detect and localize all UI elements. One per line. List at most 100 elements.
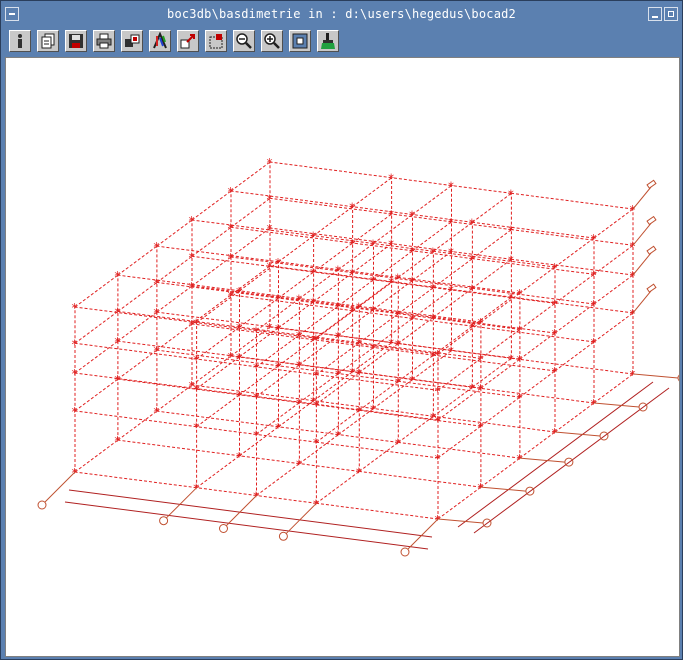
node-marker: * bbox=[552, 327, 558, 341]
node-marker: * bbox=[356, 366, 362, 380]
beam-line-x bbox=[316, 502, 439, 520]
color-palette-button[interactable] bbox=[149, 30, 171, 52]
beam-line-x bbox=[359, 470, 481, 488]
beam-line-y bbox=[519, 370, 556, 398]
node-marker: * bbox=[552, 297, 558, 311]
beam-line-x bbox=[433, 415, 556, 433]
node-marker: * bbox=[516, 353, 522, 367]
axis-leader bbox=[480, 486, 526, 492]
zoom-region-button[interactable] bbox=[205, 30, 227, 52]
node-marker: * bbox=[477, 420, 483, 434]
layers-button[interactable] bbox=[121, 30, 143, 52]
node-marker: * bbox=[72, 367, 78, 381]
beam-line-y bbox=[156, 219, 193, 247]
level-leader bbox=[632, 290, 652, 314]
beam-line-x bbox=[391, 177, 452, 186]
node-marker: * bbox=[313, 398, 319, 412]
node-marker: * bbox=[469, 253, 475, 267]
structure-grid-drawing[interactable]: * * * * * * * * * * * * * * * * * * * * * * * * * * * * * * * * * * * * * * * *… bbox=[6, 58, 679, 656]
beam-line-x bbox=[338, 434, 399, 443]
axis-leader bbox=[166, 487, 197, 519]
beam-line-y bbox=[313, 272, 353, 303]
node-marker: * bbox=[193, 383, 199, 397]
node-marker: * bbox=[516, 323, 522, 337]
node-marker: * bbox=[430, 245, 436, 259]
node-marker: * bbox=[72, 405, 78, 419]
beam-line-x bbox=[412, 280, 473, 289]
beam-line-y bbox=[593, 244, 634, 275]
save-button[interactable] bbox=[65, 30, 87, 52]
node-marker: * bbox=[310, 296, 316, 310]
node-marker: * bbox=[153, 240, 159, 254]
beam-line-y bbox=[554, 402, 595, 433]
node-marker: * bbox=[395, 436, 401, 450]
node-marker: * bbox=[114, 305, 120, 319]
copy-button[interactable] bbox=[37, 30, 59, 52]
axis-leader bbox=[554, 431, 601, 437]
beam-line-y bbox=[472, 192, 512, 223]
axis-leader bbox=[593, 402, 640, 408]
application-window: boc3db\basdimetrie in : d:\users\hegedus… bbox=[0, 0, 683, 660]
zoom-window-icon bbox=[180, 34, 195, 49]
level-marker bbox=[646, 283, 657, 293]
beam-line-x bbox=[256, 495, 317, 504]
beam-line-y bbox=[593, 274, 634, 305]
node-marker: * bbox=[313, 436, 319, 450]
beam-line-y bbox=[156, 384, 193, 412]
clear-brush-button[interactable] bbox=[317, 30, 339, 52]
node-marker: * bbox=[469, 381, 475, 395]
node-marker: * bbox=[508, 291, 514, 305]
node-marker: * bbox=[275, 292, 281, 306]
node-marker: * bbox=[236, 389, 242, 403]
node-marker: * bbox=[236, 450, 242, 464]
minimize-button[interactable] bbox=[648, 7, 662, 21]
node-marker: * bbox=[153, 276, 159, 290]
beam-line-y bbox=[519, 431, 556, 459]
axis-bubble-side bbox=[677, 374, 679, 382]
beam-line-y bbox=[156, 255, 193, 283]
print-button[interactable] bbox=[93, 30, 115, 52]
info-button[interactable] bbox=[9, 30, 31, 52]
beam-line-x bbox=[511, 229, 634, 246]
save-icon bbox=[69, 34, 83, 48]
beam-line-x bbox=[74, 410, 197, 428]
beam-line-y bbox=[359, 441, 399, 472]
beam-line-x bbox=[74, 342, 197, 360]
node-marker: * bbox=[313, 369, 319, 383]
node-marker: * bbox=[114, 335, 120, 349]
beam-line-x bbox=[511, 258, 634, 276]
maximize-icon bbox=[668, 11, 674, 17]
node-marker: * bbox=[72, 301, 78, 315]
zoom-out-button[interactable] bbox=[233, 30, 255, 52]
node-marker: * bbox=[430, 311, 436, 325]
beam-line-x bbox=[391, 213, 452, 223]
beam-line-y bbox=[472, 258, 512, 289]
beam-line-x bbox=[451, 185, 512, 194]
zoom-window-button[interactable] bbox=[177, 30, 199, 52]
beam-line-x bbox=[412, 214, 473, 223]
node-marker: * bbox=[516, 452, 522, 466]
maximize-button[interactable] bbox=[664, 7, 678, 21]
level-marker bbox=[646, 215, 657, 226]
node-marker: * bbox=[477, 382, 483, 396]
node-marker: * bbox=[349, 267, 355, 281]
beam-line-x bbox=[230, 226, 353, 244]
node-marker: * bbox=[469, 320, 475, 334]
node-marker: * bbox=[630, 269, 636, 283]
drawing-canvas[interactable]: * * * * * * * * * * * * * * * * * * * * * * * * * * * * * * * * * * * * * * * *… bbox=[5, 57, 680, 657]
title-bar[interactable]: boc3db\basdimetrie in : d:\users\hegedus… bbox=[3, 3, 680, 25]
node-marker: * bbox=[508, 224, 514, 238]
node-marker: * bbox=[253, 428, 259, 442]
node-marker: * bbox=[508, 253, 514, 267]
fit-view-button[interactable] bbox=[289, 30, 311, 52]
beam-line-y bbox=[239, 297, 279, 328]
beam-line-x bbox=[398, 380, 520, 398]
zoom-in-button[interactable] bbox=[261, 30, 283, 52]
node-marker: * bbox=[153, 405, 159, 419]
node-marker: * bbox=[193, 353, 199, 367]
node-marker: * bbox=[236, 321, 242, 335]
beam-line-y bbox=[74, 310, 119, 344]
node-marker: * bbox=[448, 216, 454, 230]
node-marker: * bbox=[370, 238, 376, 252]
node-marker: * bbox=[477, 481, 483, 495]
